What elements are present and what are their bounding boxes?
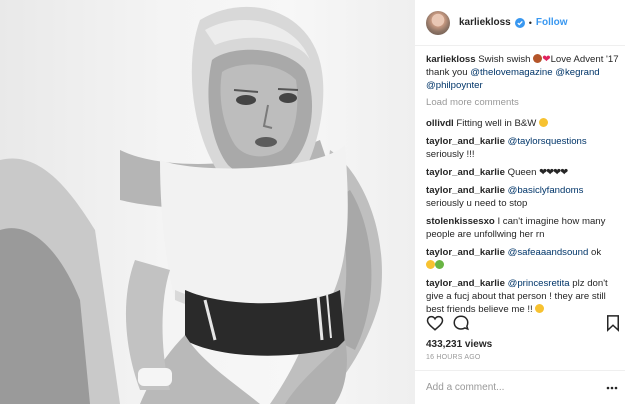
smiling-face-emoji [539, 118, 549, 127]
verified-badge-icon [514, 17, 525, 28]
smiling-face-emoji [535, 304, 545, 313]
comment-text: Queen [504, 167, 540, 178]
comment: taylor_and_karlie @safeaaandsound ok [426, 246, 622, 272]
smiling-face-emoji [426, 260, 435, 269]
comment-username[interactable]: taylor_and_karlie [426, 136, 505, 147]
add-comment-input[interactable] [426, 382, 601, 393]
comment: taylor_and_karlie @taylorsquestions seri… [426, 135, 622, 161]
instagram-post: karliekloss • Follow karliekloss Swish s… [0, 0, 625, 404]
post-photo[interactable] [0, 0, 414, 404]
post-timestamp: 16 HOURS AGO [426, 354, 481, 361]
comment-username[interactable]: taylor_and_karlie [426, 247, 505, 258]
comment: taylor_and_karlie @princesretita plz don… [426, 277, 622, 316]
comment-username[interactable]: taylor_and_karlie [426, 167, 505, 178]
post-side-panel: karliekloss • Follow karliekloss Swish s… [414, 0, 625, 404]
heart-icon[interactable] [426, 314, 444, 332]
comment-mention[interactable]: @taylorsquestions [508, 136, 587, 147]
comment-text: ok [588, 247, 602, 258]
comment-mention[interactable]: @princesretita [508, 278, 570, 289]
header-username[interactable]: karliekloss [459, 17, 511, 28]
comment-mention[interactable]: @basiclyfandoms [508, 185, 584, 196]
photo-illustration [0, 6, 382, 404]
comment: taylor_and_karlie @basiclyfandoms seriou… [426, 184, 622, 210]
add-comment-bar [415, 370, 625, 404]
comment-username[interactable]: taylor_and_karlie [426, 278, 505, 289]
comment-icon[interactable] [452, 314, 470, 332]
load-more-comments[interactable]: Load more comments [426, 97, 622, 108]
comment: taylor_and_karlie Queen ❤❤❤❤ [426, 166, 622, 179]
post-header: karliekloss • Follow [415, 0, 625, 46]
comment-text: Fitting well in B&W [453, 118, 540, 129]
comment-username[interactable]: taylor_and_karlie [426, 185, 505, 196]
comment-mention[interactable]: @safeaaandsound [508, 247, 589, 258]
caption: karliekloss Swish swish ❤Love Advent '17… [426, 53, 622, 92]
caption-mention[interactable]: @kegrand [555, 67, 599, 78]
heart-emoji: ❤ [542, 54, 551, 65]
caption-username[interactable]: karliekloss [426, 54, 476, 65]
comment: ollivdl Fitting well in B&W [426, 117, 622, 130]
more-options-icon[interactable] [606, 382, 618, 394]
action-bar [426, 314, 622, 338]
comment-username[interactable]: stolenkissesxo [426, 216, 495, 227]
caption-mention[interactable]: @thelovemagazine [470, 67, 552, 78]
comment: stolenkissesxo I can't imagine how many … [426, 215, 622, 241]
black-hearts-emoji: ❤❤❤❤ [539, 167, 568, 178]
comment-text: seriously u need to stop [426, 198, 528, 209]
view-count[interactable]: 433,231 views [426, 339, 492, 350]
avatar[interactable] [426, 10, 450, 35]
caption-mention[interactable]: @philpoynter [426, 80, 483, 91]
comment-text: seriously !!! [426, 149, 475, 160]
frog-emoji [435, 260, 444, 269]
comments-list: karliekloss Swish swish ❤Love Advent '17… [426, 53, 622, 321]
caption-text: Swish swish [475, 54, 534, 65]
basketball-emoji [533, 54, 543, 63]
comment-username[interactable]: ollivdl [426, 118, 454, 129]
bookmark-icon[interactable] [604, 314, 622, 332]
follow-button[interactable]: Follow [536, 17, 568, 28]
header-separator: • [528, 17, 532, 28]
